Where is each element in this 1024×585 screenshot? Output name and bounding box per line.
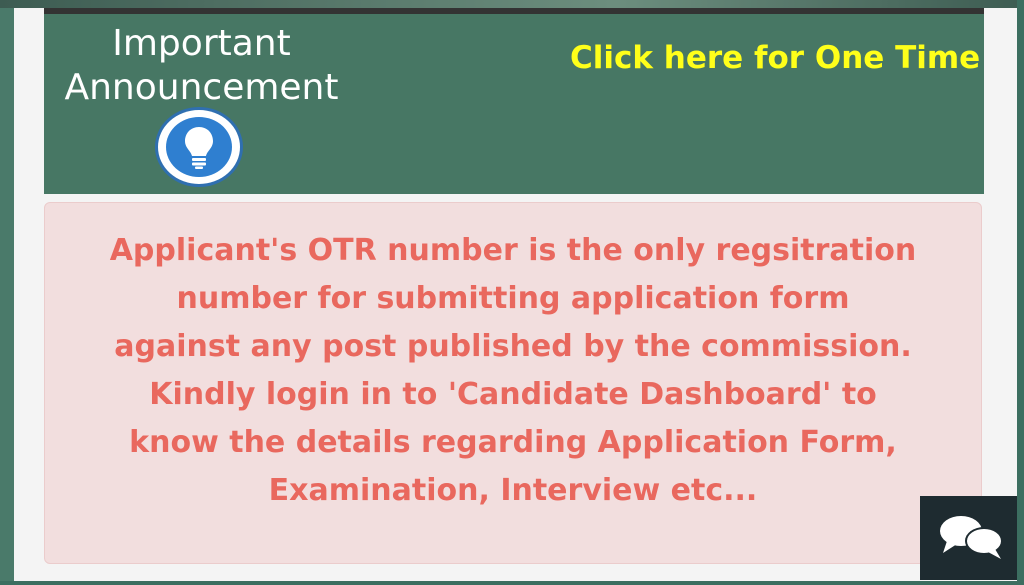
title-line-2: Announcement <box>64 67 339 108</box>
alert-line: number for submitting application form <box>176 281 850 316</box>
announcement-title: Important Announcement <box>44 22 359 110</box>
window-frame-bottom <box>0 581 1024 585</box>
lightbulb-icon <box>166 117 232 177</box>
alert-line: against any post published by the commis… <box>114 329 912 364</box>
window-frame-top <box>0 0 1024 8</box>
chat-button[interactable] <box>920 496 1024 580</box>
title-line-1: Important <box>112 23 291 64</box>
alert-message: Applicant's OTR number is the only regsi… <box>73 227 953 515</box>
otr-alert-box: Applicant's OTR number is the only regsi… <box>44 202 982 564</box>
alert-line: Kindly login in to 'Candidate Dashboard'… <box>149 377 877 412</box>
alert-line: Examination, Interview etc... <box>268 473 758 508</box>
window-frame-right <box>1017 0 1024 585</box>
otr-marquee-link[interactable]: Click here for One Time Registration <box>570 36 984 80</box>
alert-line: know the details regarding Application F… <box>129 425 897 460</box>
announcement-header: Important Announcement Click here for On… <box>44 14 984 194</box>
alert-line: Applicant's OTR number is the only regsi… <box>109 233 917 268</box>
marquee-text[interactable]: Click here for One Time Registration <box>570 40 984 76</box>
chat-bubbles-icon <box>940 516 1003 559</box>
lightbulb-button[interactable] <box>158 110 240 184</box>
